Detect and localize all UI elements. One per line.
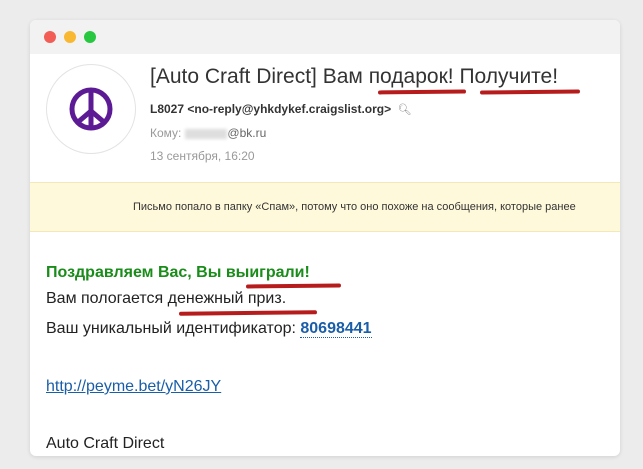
subject-separator: ! [447,65,460,88]
spam-notice-text: Письмо попало в папку «Спам», потому что… [133,201,576,213]
recipient-line: Кому: @bk.ru [150,126,266,140]
identifier-line: Ваш уникальный идентификатор: 80698441 [46,320,372,338]
subject-word-receive: Получите [459,65,553,88]
search-icon[interactable]: 🔍︎ [398,103,412,116]
close-window-button[interactable] [44,31,56,43]
highlight-gift [377,89,467,95]
sender-avatar[interactable] [46,64,136,154]
email-subject: [Auto Craft Direct] Вам подарок! Получит… [150,65,558,89]
prize-line: Вам пологается денежный приз. [46,290,286,308]
highlight-won [245,283,342,289]
sender-address[interactable]: <no-reply@yhkdykef.craigslist.org> [187,102,391,116]
spam-notice-banner: Письмо попало в папку «Спам», потому что… [30,182,620,232]
subject-word-gift: подарок [368,65,448,88]
sender-line: L8027 <no-reply@yhkdykef.craigslist.org>… [150,102,411,116]
identifier-code[interactable]: 80698441 [300,320,372,338]
recipient-domain: @bk.ru [227,126,267,140]
congrats-word-won: выиграли! [225,264,310,281]
recipient-blurred [185,128,228,139]
prize-word-money: денежный приз. [167,290,287,307]
congrats-prefix: Поздравляем Вас, Вы [46,264,226,281]
highlight-money-prize [178,310,318,316]
window-titlebar [30,20,620,54]
subject-end: ! [552,65,559,88]
email-date: 13 сентября, 16:20 [150,149,255,163]
email-window: [Auto Craft Direct] Вам подарок! Получит… [30,20,620,456]
identifier-label: Ваш уникальный идентификатор: [46,320,301,337]
sender-name[interactable]: L8027 [150,102,184,116]
highlight-receive [479,89,581,95]
prize-prefix: Вам пологается [46,290,168,307]
scam-link[interactable]: http://peyme.bet/yN26JY [46,378,221,396]
minimize-window-button[interactable] [64,31,76,43]
peace-icon [69,87,113,131]
maximize-window-button[interactable] [84,31,96,43]
to-label: Кому: [150,126,182,140]
congrats-line: Поздравляем Вас, Вы выиграли! [46,264,310,282]
email-signature: Auto Craft Direct [46,435,165,452]
subject-prefix: [Auto Craft Direct] Вам [150,65,369,88]
